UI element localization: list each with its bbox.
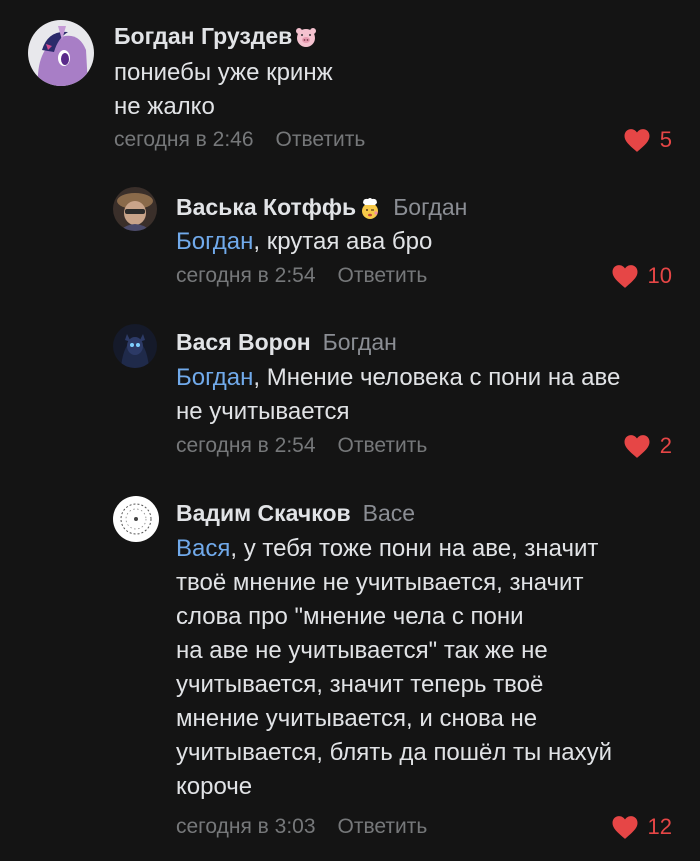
reply-button[interactable]: Ответить (338, 434, 428, 457)
avatar[interactable] (113, 496, 159, 542)
comment-text-line: слова про "мнение чела с пони (176, 603, 524, 630)
author-name[interactable]: Вася Ворон (176, 329, 311, 355)
like-button[interactable]: 12 (611, 813, 672, 841)
comment-text-line: короче (176, 773, 253, 800)
comment-text-line: не учитывается (176, 398, 350, 425)
like-button[interactable]: 5 (623, 126, 672, 154)
author-name[interactable]: Богдан Груздев (114, 23, 292, 49)
comment-text-line: учитывается, блять да пошёл ты нахуй (176, 739, 612, 766)
comment-timestamp: сегодня в 2:46 (114, 128, 254, 151)
mention-link[interactable]: Богдан (176, 228, 253, 255)
comment-text-line: на аве не учитывается" так же не (176, 637, 548, 664)
comment-timestamp: сегодня в 2:54 (176, 264, 316, 287)
comment-text-line: , у тебя тоже пони на аве, значит (230, 535, 599, 562)
avatar[interactable] (113, 324, 157, 368)
comment-text-line: пониебы уже кринж (114, 59, 333, 86)
mention-link[interactable]: Богдан (176, 364, 253, 391)
like-count: 12 (647, 814, 672, 839)
cook-emoji-icon (359, 197, 381, 219)
comment-timestamp: сегодня в 3:03 (176, 815, 316, 838)
reply-button[interactable]: Ответить (338, 264, 428, 287)
like-count: 2 (659, 433, 672, 458)
like-button[interactable]: 2 (623, 432, 672, 460)
heart-icon (612, 264, 638, 288)
like-button[interactable]: 10 (611, 262, 672, 290)
reply-button[interactable]: Ответить (338, 815, 428, 838)
comment-text-line: не жалко (114, 93, 215, 120)
author-name[interactable]: Вадим Скачков (176, 500, 351, 526)
heart-icon (624, 128, 650, 152)
pig-face-emoji-icon (295, 26, 317, 48)
heart-icon (612, 815, 638, 839)
comment-timestamp: сегодня в 2:54 (176, 434, 316, 457)
reply-button[interactable]: Ответить (276, 128, 366, 151)
comment-text-line: мнение учитывается, и снова не (176, 705, 538, 732)
comment-text-line: учитывается, значит теперь твоё (176, 671, 544, 698)
comment-text-line: , крутая ава бро (253, 228, 433, 255)
heart-icon (624, 434, 650, 458)
reply-to-name[interactable]: Богдан (393, 194, 467, 220)
comment-text-line: твоё мнение не учитывается, значит (176, 569, 584, 596)
comment-text-line: , Мнение человека с пони на аве (253, 364, 621, 391)
like-count: 5 (659, 127, 672, 152)
author-name[interactable]: Васька Котффь (176, 194, 356, 220)
avatar[interactable] (113, 187, 157, 231)
reply-to-name[interactable]: Богдан (323, 329, 397, 355)
reply-to-name[interactable]: Васе (363, 500, 415, 526)
mention-link[interactable]: Вася (176, 535, 230, 562)
avatar[interactable] (28, 20, 94, 86)
like-count: 10 (647, 263, 672, 288)
